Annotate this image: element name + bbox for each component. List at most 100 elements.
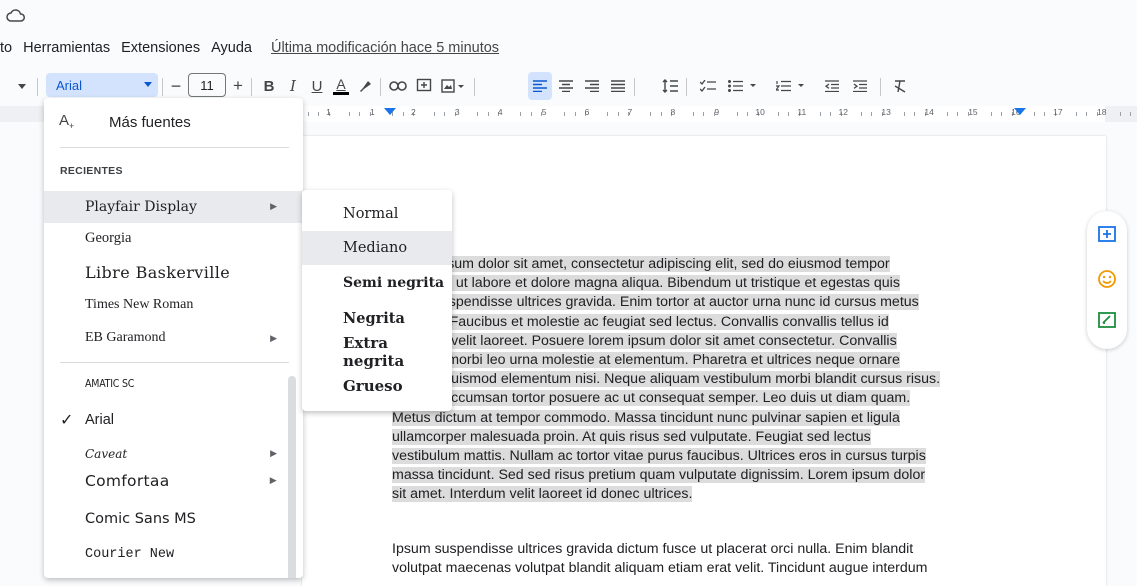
font-item-label: EB Garamond — [85, 330, 166, 345]
insert-link-button[interactable] — [386, 72, 410, 100]
insert-image-button[interactable] — [438, 72, 470, 100]
ruler-label: 7 — [627, 107, 633, 117]
ruler-label: 10 — [755, 107, 765, 117]
more-fonts-menu-item[interactable]: A+ Más fuentes — [44, 106, 303, 138]
text-line-row: posuere morbi leo urna molestie at eleme… — [392, 351, 992, 370]
font-item-label: Arial — [85, 412, 115, 428]
submenu-arrow-icon: ▶ — [270, 449, 277, 459]
increase-font-size-button[interactable]: + — [228, 72, 248, 100]
bulleted-list-icon — [728, 80, 756, 92]
ruler-label: 18 — [1097, 107, 1107, 117]
font-family-select[interactable]: Arial — [46, 73, 158, 97]
emoji-reaction-icon[interactable] — [1097, 269, 1117, 289]
outdent-icon — [825, 80, 839, 92]
line-spacing-button[interactable] — [658, 72, 682, 100]
ruler-tick — [747, 112, 749, 116]
ruler-label: 1 — [326, 107, 331, 117]
toolbar-divider — [634, 78, 635, 96]
ruler-tick — [520, 112, 522, 116]
weight-item-negrita[interactable]: Negrita — [302, 301, 452, 335]
ruler-label: 9 — [714, 107, 720, 117]
ruler-tick — [318, 112, 320, 116]
add-comment-button[interactable] — [412, 72, 436, 100]
font-item-comic-sans-ms[interactable]: Comic Sans MS — [44, 503, 303, 535]
ruler-label: 6 — [584, 107, 590, 117]
ruler-tick — [433, 112, 435, 116]
text-line: massa tincidunt. Sed sed risus pretium q… — [392, 467, 926, 484]
weight-item-semi-negrita[interactable]: Semi negrita — [302, 266, 452, 300]
right-indent-marker-icon[interactable] — [1014, 108, 1026, 116]
text-line: Ipsum suspendisse ultrices gravida dictu… — [392, 541, 914, 557]
font-item-playfair-display[interactable]: Playfair Display ▶ — [44, 191, 303, 223]
menu-item-extensions[interactable]: Extensiones — [121, 40, 200, 56]
menu-item-format[interactable]: to — [0, 40, 12, 56]
ruler-label: 12 — [838, 107, 848, 117]
ruler-label: 13 — [881, 107, 891, 117]
text-line-row: aliquam. Faucibus et molestie ac feugiat… — [392, 313, 992, 332]
text-line: aliquam. Faucibus et molestie ac feugiat… — [392, 313, 889, 330]
bulleted-list-button[interactable] — [724, 72, 762, 100]
align-left-button[interactable] — [528, 72, 552, 100]
increase-indent-button[interactable] — [848, 72, 872, 100]
text-color-button[interactable]: A — [330, 72, 352, 100]
numbered-list-button[interactable] — [772, 72, 810, 100]
font-item-georgia[interactable]: Georgia — [44, 222, 303, 254]
justify-button[interactable] — [606, 72, 630, 100]
highlight-color-button[interactable] — [354, 72, 376, 100]
toolbar-divider — [880, 78, 881, 96]
toolbar-divider — [162, 78, 163, 96]
font-item-amatic-sc[interactable]: AMATIC SC — [44, 368, 303, 400]
font-item-label: AMATIC SC — [85, 378, 135, 390]
ruler-label: 11 — [797, 107, 807, 117]
submenu-arrow-icon: ▶ — [269, 476, 277, 486]
ruler-tick — [1033, 112, 1035, 116]
submenu-arrow-icon: ▶ — [270, 202, 277, 212]
weight-item-normal[interactable]: Normal — [302, 197, 452, 231]
underline-button[interactable]: U — [306, 72, 328, 100]
font-item-eb-garamond[interactable]: EB Garamond ▶ — [44, 322, 303, 354]
align-right-button[interactable] — [580, 72, 604, 100]
font-item-arial[interactable]: ✓ Arial — [44, 404, 303, 436]
bold-button[interactable]: B — [258, 72, 280, 100]
weight-item-grueso[interactable]: Grueso — [302, 369, 452, 403]
font-menu-scrollbar[interactable] — [288, 376, 296, 578]
add-comment-icon[interactable] — [1097, 225, 1117, 245]
align-justify-icon — [611, 80, 625, 92]
text-line: posuere morbi leo urna molestie at eleme… — [392, 352, 900, 368]
font-item-comfortaa[interactable]: Comfortaa ▶ — [44, 465, 303, 497]
italic-button[interactable]: I — [282, 72, 304, 100]
styles-dropdown-caret[interactable] — [14, 72, 30, 100]
left-indent-marker-icon[interactable] — [384, 108, 396, 116]
ruler-tick — [444, 112, 446, 116]
font-item-times-new-roman[interactable]: Times New Roman — [44, 289, 303, 321]
checklist-button[interactable] — [696, 72, 720, 100]
clear-formatting-button[interactable] — [888, 72, 912, 100]
ruler-label: 17 — [1053, 107, 1063, 117]
cloud-saved-icon[interactable] — [6, 8, 26, 24]
text-line-row: vestibulum mattis. Nullam ac tortor vita… — [392, 447, 992, 466]
ruler-tick — [860, 112, 862, 116]
font-item-label: Comic Sans MS — [85, 511, 196, 527]
font-item-label: Playfair Display — [85, 199, 197, 215]
text-line-row: ullamcorper malesuada proin. At quis ris… — [392, 428, 992, 447]
text-line: Feugiat accumsan tortor posuere ac ut co… — [392, 390, 911, 407]
weight-item-mediano[interactable]: Mediano — [302, 231, 452, 265]
ruler-tick — [957, 112, 959, 116]
font-item-courier-new[interactable]: Courier New — [44, 538, 303, 570]
menu-item-help[interactable]: Ayuda — [211, 40, 252, 56]
align-center-button[interactable] — [554, 72, 578, 100]
font-size-input[interactable]: 11 — [188, 73, 226, 97]
weight-item-extra-negrita[interactable]: Extra negrita — [302, 334, 452, 370]
menu-item-tools[interactable]: Herramientas — [23, 40, 110, 56]
top-bar: to Herramientas Extensiones Ayuda Última… — [0, 0, 1137, 66]
last-edit-link[interactable]: Última modificación hace 5 minutos — [271, 40, 499, 56]
ruler-tick — [307, 112, 309, 116]
recent-fonts-header: RECIENTES — [60, 165, 123, 177]
decrease-font-size-button[interactable]: − — [166, 72, 186, 100]
line-spacing-icon — [662, 79, 678, 93]
font-item-libre-baskerville[interactable]: Libre Baskerville — [44, 256, 303, 288]
font-family-menu: A+ Más fuentes RECIENTES Playfair Displa… — [44, 98, 303, 578]
suggest-edits-icon[interactable] — [1097, 311, 1117, 331]
align-center-icon — [559, 80, 573, 92]
decrease-indent-button[interactable] — [820, 72, 844, 100]
